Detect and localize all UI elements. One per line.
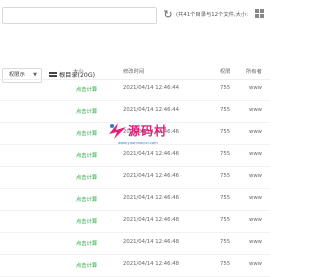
row-permission[interactable]: 755	[220, 239, 230, 245]
watermark-url: www.yuanmacun.com	[118, 141, 158, 145]
row-mtime: 2021/04/14 12:46:46	[123, 195, 180, 201]
size-calc-link[interactable]: 点击计算	[76, 129, 97, 137]
row-permission[interactable]: 755	[220, 173, 230, 179]
row-mtime: 2021/04/14 12:46:48	[123, 239, 180, 245]
row-owner[interactable]: www	[249, 239, 262, 245]
column-owner[interactable]: 所有者	[246, 67, 262, 75]
row-mtime: 2021/04/14 12:46:44	[123, 85, 180, 91]
row-permission[interactable]: 755	[220, 195, 230, 201]
row-permission[interactable]: 755	[220, 85, 230, 91]
row-permission[interactable]: 755	[220, 129, 230, 135]
table-row[interactable]: 点击计算 2021/04/14 12:46:48 755 www	[0, 211, 270, 233]
row-permission[interactable]: 755	[220, 217, 230, 223]
size-calc-link[interactable]: 点击计算	[76, 173, 97, 181]
size-calc-link[interactable]: 点击计算	[76, 239, 97, 247]
row-mtime: 2021/04/14 12:46:48	[123, 217, 180, 223]
table-row[interactable]: 点击计算 2021/04/14 12:46:46 755 www	[0, 189, 270, 211]
toolbar: ↻ (共41个目录与12个文件,大小:	[0, 0, 270, 30]
table-row[interactable]: 点击计算 2021/04/14 12:46:46 755 www	[0, 167, 270, 189]
row-owner[interactable]: www	[249, 173, 262, 179]
row-owner[interactable]: www	[249, 85, 262, 91]
watermark: 源码村 www.yuanmacun.com	[106, 120, 176, 150]
row-owner[interactable]: www	[249, 195, 262, 201]
row-mtime: 2021/04/14 12:46:46	[123, 173, 180, 179]
summary-text: (共41个目录与12个文件,大小:	[176, 12, 248, 18]
row-mtime: 2021/04/14 12:46:48	[123, 261, 180, 267]
size-calc-link[interactable]: 点击计算	[76, 261, 97, 269]
table-row[interactable]: 点击计算 2021/04/14 12:46:48 755 www	[0, 233, 270, 255]
table-row[interactable]: 点击计算 2021/04/14 12:46:44 755 www	[0, 79, 270, 101]
watermark-title: 源码村	[128, 124, 168, 138]
row-mtime: 2021/04/14 12:46:44	[123, 107, 180, 113]
size-calc-link[interactable]: 点击计算	[76, 85, 97, 93]
row-owner[interactable]: www	[249, 151, 262, 157]
table-header: 大小 修改时间 权限 所有者	[0, 63, 270, 80]
column-mtime[interactable]: 修改时间	[123, 67, 144, 75]
column-size[interactable]: 大小	[73, 67, 84, 75]
table-row[interactable]: 点击计算 2021/04/14 12:46:48 755 www	[0, 255, 270, 277]
row-owner[interactable]: www	[249, 261, 262, 267]
size-calc-link[interactable]: 点击计算	[76, 107, 97, 115]
row-permission[interactable]: 755	[220, 261, 230, 267]
refresh-icon[interactable]: ↻	[162, 8, 174, 22]
column-permission[interactable]: 权限	[220, 67, 231, 75]
row-permission[interactable]: 755	[220, 107, 230, 113]
grid-view-icon[interactable]	[255, 9, 265, 19]
row-owner[interactable]: www	[249, 107, 262, 113]
search-input[interactable]	[2, 7, 157, 24]
row-permission[interactable]: 755	[220, 151, 230, 157]
path-bar: 权限示 ▼ 根目录(20G)	[0, 32, 270, 83]
row-owner[interactable]: www	[249, 129, 262, 135]
row-mtime: 2021/04/14 12:46:46	[123, 151, 180, 157]
size-calc-link[interactable]: 点击计算	[76, 195, 97, 203]
watermark-logo-icon	[109, 123, 126, 139]
size-calc-link[interactable]: 点击计算	[76, 217, 97, 225]
row-owner[interactable]: www	[249, 217, 262, 223]
size-calc-link[interactable]: 点击计算	[76, 151, 97, 159]
